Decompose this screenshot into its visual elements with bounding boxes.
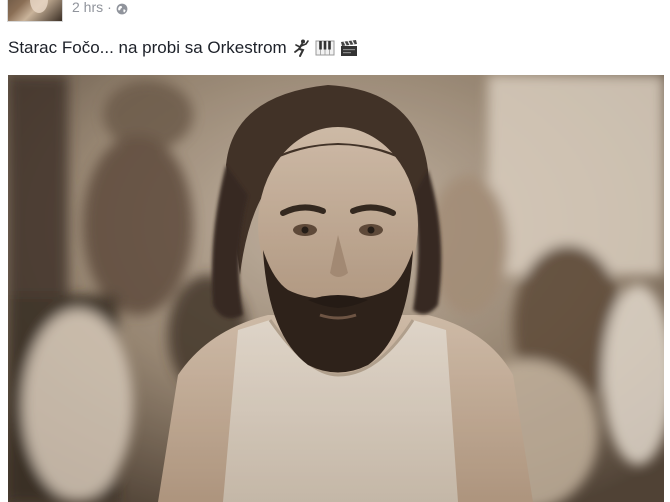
avatar[interactable] xyxy=(7,0,63,22)
post-photo[interactable] xyxy=(8,75,664,502)
post-message: Starac Fočo... na probi sa Orkestrom xyxy=(8,38,287,57)
bearded-man-photo xyxy=(8,75,664,502)
piano-keys-emoji xyxy=(315,38,335,58)
globe-icon[interactable] xyxy=(116,1,128,15)
dancer-emoji xyxy=(291,38,311,58)
post-text: Starac Fočo... na probi sa Orkestrom xyxy=(8,37,359,59)
post-meta: 2 hrs · xyxy=(72,0,128,16)
meta-separator: · xyxy=(107,0,112,15)
post-header: 2 hrs · xyxy=(0,0,670,24)
facebook-post: 2 hrs · Starac Fočo... na probi sa Orkes… xyxy=(0,0,670,502)
timestamp-link[interactable]: 2 hrs xyxy=(72,0,103,16)
clapper-board-emoji xyxy=(339,38,359,58)
